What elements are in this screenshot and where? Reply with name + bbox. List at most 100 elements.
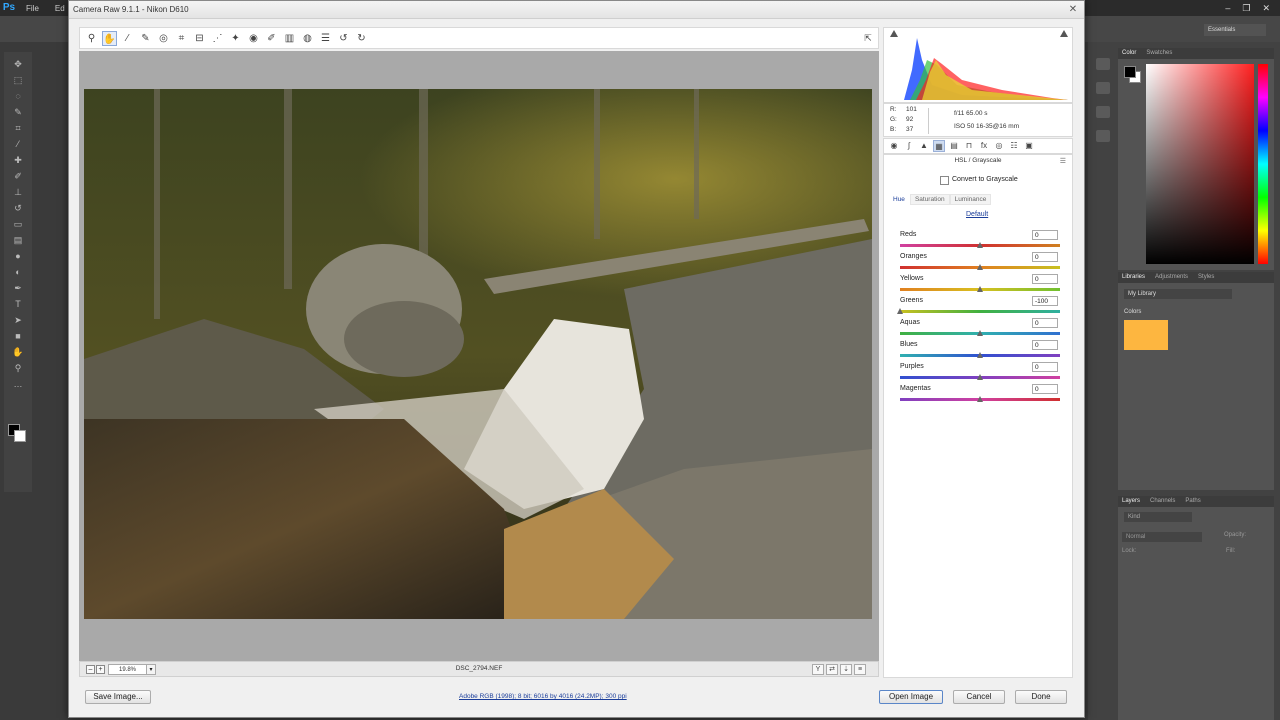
white-balance-tool-icon[interactable]: ⁄ xyxy=(120,31,135,46)
color-picker-field[interactable] xyxy=(1146,64,1254,264)
hand-tool-icon[interactable]: ✋ xyxy=(102,30,117,46)
split-toning-icon[interactable]: ▤ xyxy=(948,140,960,152)
slider-value-field[interactable]: -100 xyxy=(1032,296,1058,306)
workflow-options-link[interactable]: Adobe RGB (1998); 8 bit; 6016 by 4016 (2… xyxy=(459,693,627,700)
before-after-view-icon[interactable]: Y xyxy=(812,664,824,675)
blur-tool-icon[interactable]: ● xyxy=(11,250,25,262)
cancel-button[interactable]: Cancel xyxy=(953,690,1005,704)
tab-styles[interactable]: Styles xyxy=(1198,272,1214,283)
tab-color[interactable]: Color xyxy=(1122,48,1136,59)
slider-thumb[interactable] xyxy=(977,330,983,336)
library-color-swatch[interactable] xyxy=(1124,320,1168,350)
zoom-tool-icon[interactable]: ⚲ xyxy=(84,31,99,46)
eraser-tool-icon[interactable]: ▭ xyxy=(11,218,25,230)
foreground-background-colors[interactable] xyxy=(8,424,28,444)
targeted-adjustment-tool-icon[interactable]: ◎ xyxy=(156,31,171,46)
slider-value-field[interactable]: 0 xyxy=(1032,274,1058,284)
history-panel-icon[interactable] xyxy=(1096,58,1110,70)
slider-value-field[interactable]: 0 xyxy=(1032,340,1058,350)
slider-value-field[interactable]: 0 xyxy=(1032,384,1058,394)
quick-select-tool-icon[interactable]: ✎ xyxy=(11,106,25,118)
crop-tool-icon[interactable]: ⌗ xyxy=(174,31,189,46)
slider-thumb[interactable] xyxy=(977,374,983,380)
effects-icon[interactable]: fx xyxy=(978,140,990,152)
tab-paths[interactable]: Paths xyxy=(1185,496,1200,507)
done-button[interactable]: Done xyxy=(1015,690,1067,704)
tab-channels[interactable]: Channels xyxy=(1150,496,1175,507)
detail-icon[interactable]: ▲ xyxy=(918,140,930,152)
restore-icon[interactable]: ❐ xyxy=(1242,0,1250,16)
lens-corrections-icon[interactable]: ⊓ xyxy=(963,140,975,152)
marquee-tool-icon[interactable]: ⬚ xyxy=(11,74,25,86)
move-tool-icon[interactable]: ✥ xyxy=(11,58,25,70)
save-image-button[interactable]: Save Image... xyxy=(85,690,151,704)
pen-tool-icon[interactable]: ✒ xyxy=(11,282,25,294)
tab-adjustments[interactable]: Adjustments xyxy=(1155,272,1188,283)
toggle-default-icon[interactable]: ≡ xyxy=(854,664,866,675)
zoom-tool-icon[interactable]: ⚲ xyxy=(11,362,25,374)
color-sampler-tool-icon[interactable]: ✎ xyxy=(138,31,153,46)
tab-libraries[interactable]: Libraries xyxy=(1122,272,1145,283)
rotate-left-icon[interactable]: ↺ xyxy=(336,31,351,46)
default-link[interactable]: Default xyxy=(966,211,988,218)
dialog-close-icon[interactable]: ✕ xyxy=(1066,3,1080,16)
waterfall-photo[interactable] xyxy=(84,89,872,619)
fullscreen-icon[interactable]: ⇱ xyxy=(861,31,875,45)
gradient-tool-icon[interactable]: ▤ xyxy=(11,234,25,246)
open-image-button[interactable]: Open Image xyxy=(879,690,943,704)
path-select-tool-icon[interactable]: ➤ xyxy=(11,314,25,326)
snapshots-icon[interactable]: ▣ xyxy=(1023,140,1035,152)
hue-slider[interactable] xyxy=(1258,64,1268,264)
lasso-tool-icon[interactable]: ◌ xyxy=(11,90,25,102)
slider-thumb[interactable] xyxy=(977,264,983,270)
graduated-filter-icon[interactable]: ▥ xyxy=(282,31,297,46)
slider-value-field[interactable]: 0 xyxy=(1032,230,1058,240)
camera-calibration-icon[interactable]: ◎ xyxy=(993,140,1005,152)
type-tool-icon[interactable]: T xyxy=(11,298,25,310)
info-panel-icon[interactable] xyxy=(1096,106,1110,118)
eyedropper-tool-icon[interactable]: ⁄ xyxy=(11,138,25,150)
character-panel-icon[interactable] xyxy=(1096,130,1110,142)
slider-value-field[interactable]: 0 xyxy=(1032,362,1058,372)
stamp-tool-icon[interactable]: ⊥ xyxy=(11,186,25,198)
history-brush-tool-icon[interactable]: ↺ xyxy=(11,202,25,214)
library-select[interactable]: My Library xyxy=(1124,289,1232,299)
slider-thumb[interactable] xyxy=(897,308,903,314)
dodge-tool-icon[interactable]: ◐ xyxy=(11,266,25,278)
rotate-right-icon[interactable]: ↻ xyxy=(354,31,369,46)
workspace-switcher[interactable]: Essentials xyxy=(1204,24,1266,36)
panel-menu-icon[interactable]: ☰ xyxy=(1060,157,1066,165)
tab-swatches[interactable]: Swatches xyxy=(1146,48,1172,59)
close-icon[interactable]: ✕ xyxy=(1262,0,1270,16)
radial-filter-icon[interactable]: ◍ xyxy=(300,31,315,46)
minimize-icon[interactable]: – xyxy=(1225,0,1230,16)
layers-blend-mode[interactable]: Normal xyxy=(1122,532,1202,542)
tone-curve-icon[interactable]: ∫ xyxy=(903,140,915,152)
healing-tool-icon[interactable]: ✚ xyxy=(11,154,25,166)
spot-removal-tool-icon[interactable]: ✦ xyxy=(228,31,243,46)
brush-tool-icon[interactable]: ✐ xyxy=(11,170,25,182)
slider-thumb[interactable] xyxy=(977,286,983,292)
shadow-clipping-icon[interactable] xyxy=(890,30,898,37)
slider-value-field[interactable]: 0 xyxy=(1032,318,1058,328)
layers-filter-kind[interactable]: Kind xyxy=(1124,512,1192,522)
slider-thumb[interactable] xyxy=(977,396,983,402)
copy-settings-icon[interactable]: ⇣ xyxy=(840,664,852,675)
tab-luminance[interactable]: Luminance xyxy=(949,194,992,205)
color-panel-fg-swatch[interactable] xyxy=(1124,66,1136,78)
slider-thumb[interactable] xyxy=(977,242,983,248)
hand-tool-icon[interactable]: ✋ xyxy=(11,346,25,358)
presets-icon[interactable]: ☷ xyxy=(1008,140,1020,152)
slider-value-field[interactable]: 0 xyxy=(1032,252,1058,262)
swap-before-after-icon[interactable]: ⇄ xyxy=(826,664,838,675)
slider-thumb[interactable] xyxy=(977,352,983,358)
red-eye-tool-icon[interactable]: ◉ xyxy=(246,31,261,46)
adjustment-brush-icon[interactable]: ✐ xyxy=(264,31,279,46)
preferences-icon[interactable]: ☰ xyxy=(318,31,333,46)
more-tools-icon[interactable]: … xyxy=(11,378,25,390)
basic-panel-icon[interactable]: ◉ xyxy=(888,140,900,152)
convert-grayscale-checkbox[interactable] xyxy=(940,176,949,185)
slider-track[interactable] xyxy=(900,310,1060,313)
menu-file[interactable]: File xyxy=(18,4,47,13)
background-color-swatch[interactable] xyxy=(14,430,26,442)
